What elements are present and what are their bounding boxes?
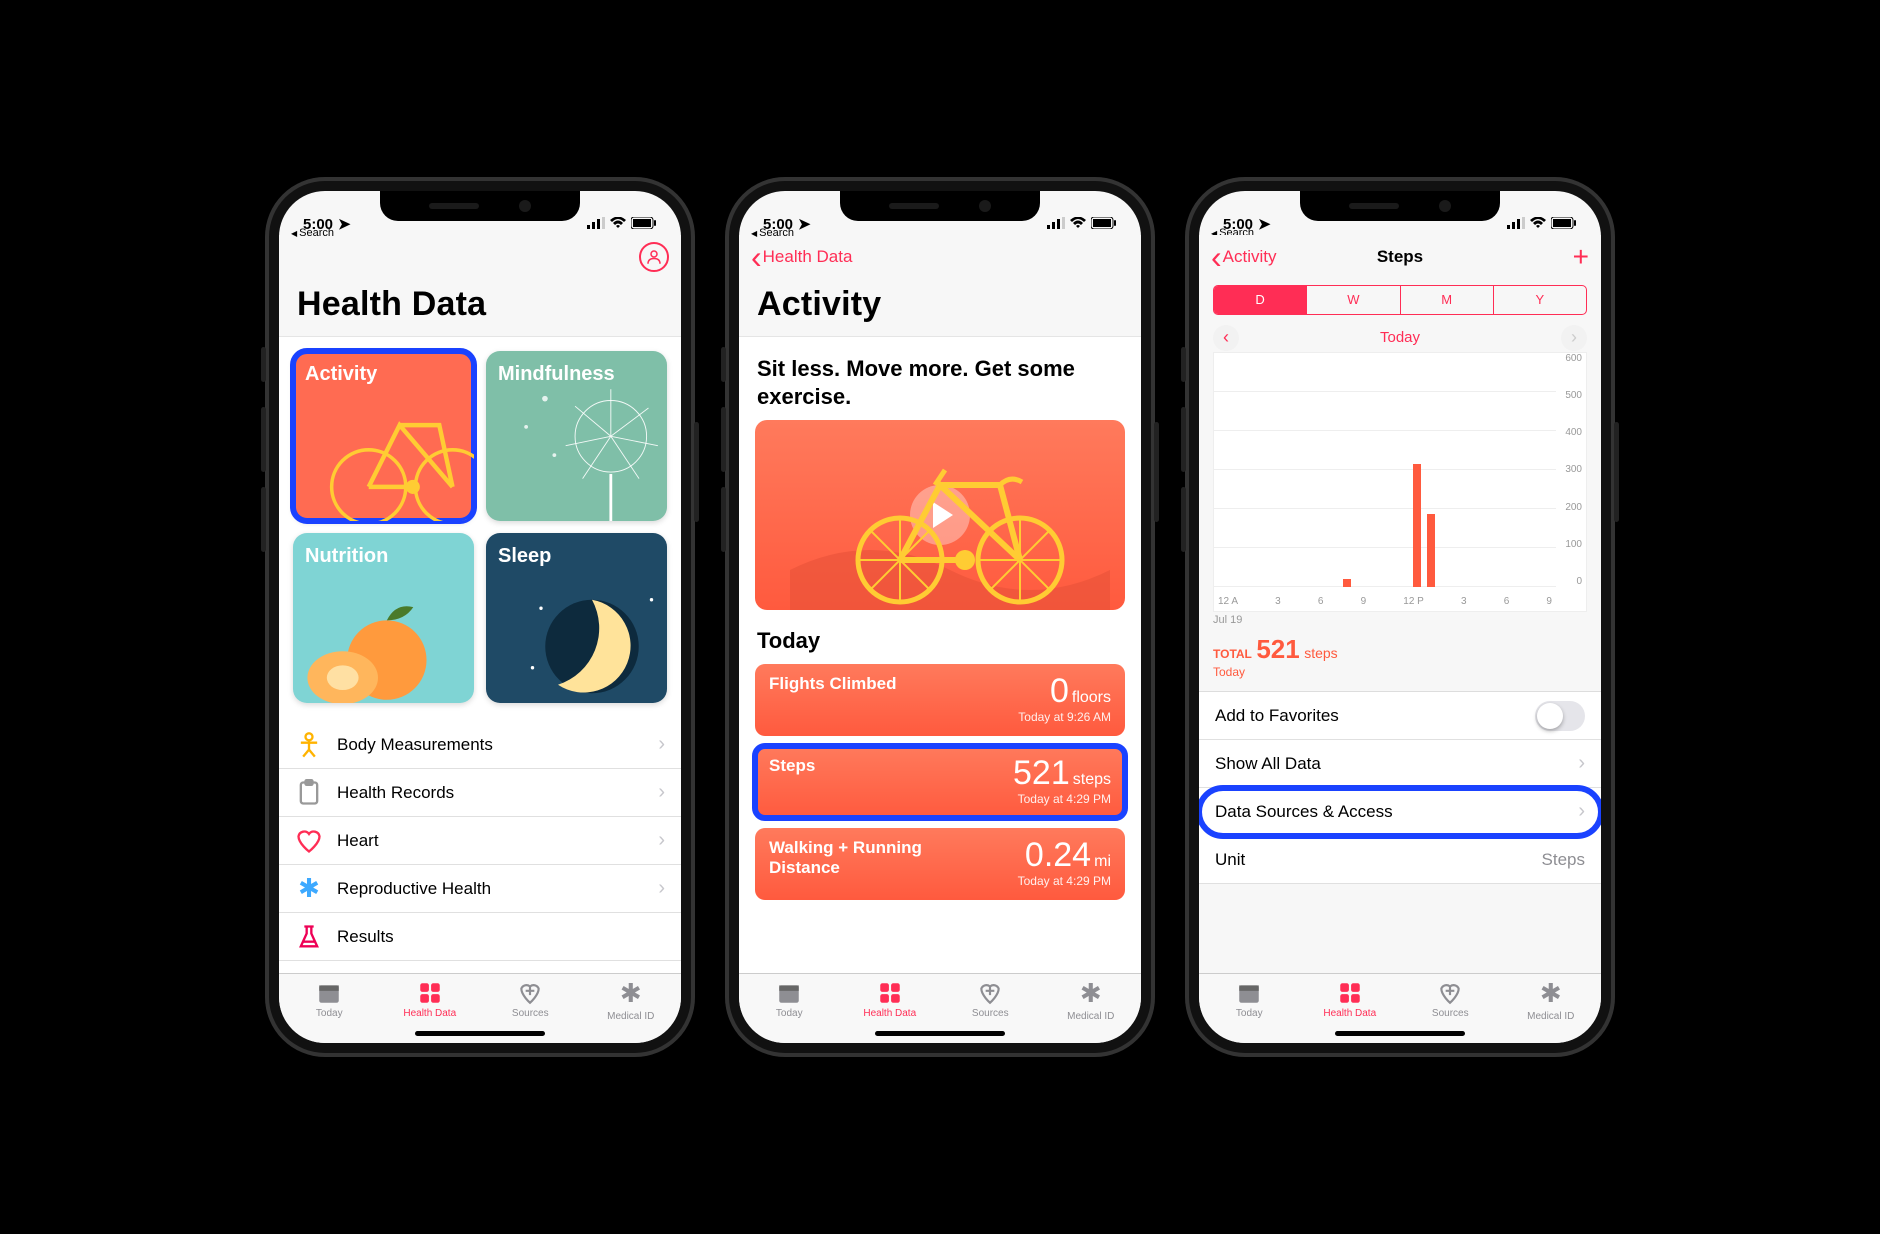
today-section-label: Today (739, 624, 1141, 664)
tab-health-data[interactable]: Health Data (840, 974, 941, 1025)
nav-bar: Activity Steps + (1199, 235, 1601, 279)
row-health-records[interactable]: Health Records › (279, 769, 681, 817)
nav-bar (279, 235, 681, 279)
wifi-icon (610, 216, 626, 233)
location-icon: ➤ (338, 215, 351, 233)
row-data-sources-access[interactable]: Data Sources & Access › (1199, 788, 1601, 836)
page-title: Activity (739, 279, 1141, 336)
activity-subhead: Sit less. Move more. Get some exercise. (739, 337, 1141, 420)
tab-medical-id[interactable]: ✱Medical ID (1501, 974, 1602, 1025)
location-icon: ➤ (798, 215, 811, 233)
tab-today[interactable]: Today (279, 974, 380, 1025)
row-unit[interactable]: Unit Steps (1199, 836, 1601, 884)
category-nutrition[interactable]: Nutrition (293, 533, 474, 703)
metric-flights-climbed[interactable]: Flights Climbed 0floors Today at 9:26 AM (755, 664, 1125, 736)
seg-week[interactable]: W (1307, 286, 1400, 314)
battery-icon (1551, 216, 1577, 233)
next-day-button[interactable]: › (1561, 325, 1587, 351)
favorites-switch[interactable] (1535, 701, 1585, 731)
home-indicator[interactable] (1335, 1031, 1465, 1036)
phone-3: 5:00➤ Search Activity Steps + D W M Y ‹ … (1185, 177, 1615, 1057)
date-navigator: ‹ Today › (1199, 325, 1601, 352)
signal-icon (1507, 216, 1525, 233)
date-label: Today (1380, 329, 1420, 346)
metric-walking-running[interactable]: Walking + Running Distance 0.24mi Today … (755, 828, 1125, 900)
seg-year[interactable]: Y (1494, 286, 1586, 314)
location-icon: ➤ (1258, 215, 1271, 233)
row-label: Show All Data (1215, 754, 1321, 774)
phone-2: 5:00➤ Search Health Data Activity Sit le… (725, 177, 1155, 1057)
asterisk-icon: ✱ (1540, 978, 1562, 1009)
row-label: Data Sources & Access (1215, 802, 1393, 822)
signal-icon (1047, 216, 1065, 233)
tab-today[interactable]: Today (739, 974, 840, 1025)
chevron-icon: › (658, 781, 665, 804)
tab-medical-id[interactable]: ✱Medical ID (581, 974, 682, 1025)
tab-today[interactable]: Today (1199, 974, 1300, 1025)
asterisk-icon: ✱ (295, 875, 323, 903)
row-results[interactable]: Results (279, 913, 681, 961)
category-mindfulness[interactable]: Mindfulness (486, 351, 667, 521)
row-value: Steps (1542, 850, 1585, 870)
row-label: Heart (337, 831, 379, 851)
row-reproductive-health[interactable]: ✱ Reproductive Health › (279, 865, 681, 913)
row-label: Results (337, 927, 394, 947)
tab-medical-id[interactable]: ✱Medical ID (1041, 974, 1142, 1025)
back-to-search[interactable]: Search (751, 227, 794, 239)
tab-sources[interactable]: Sources (1400, 974, 1501, 1025)
add-button[interactable]: + (1573, 247, 1589, 267)
back-button[interactable]: Health Data (751, 247, 852, 267)
chevron-icon: › (658, 733, 665, 756)
tab-health-data[interactable]: Health Data (1300, 974, 1401, 1025)
battery-icon (1091, 216, 1117, 233)
chart-date-label: Jul 19 (1213, 614, 1587, 626)
back-button[interactable]: Activity (1211, 247, 1277, 267)
person-icon (295, 731, 323, 759)
chevron-icon: › (658, 829, 665, 852)
battery-icon (631, 216, 657, 233)
nav-bar: Health Data (739, 235, 1141, 279)
tab-sources[interactable]: Sources (940, 974, 1041, 1025)
home-indicator[interactable] (415, 1031, 545, 1036)
row-label: Add to Favorites (1215, 706, 1339, 726)
activity-video-card[interactable] (755, 420, 1125, 610)
row-heart[interactable]: Heart › (279, 817, 681, 865)
flask-icon (295, 923, 323, 951)
heart-icon (295, 827, 323, 855)
seg-month[interactable]: M (1401, 286, 1494, 314)
phone-1: 5:00➤ Search Health Data Activity (265, 177, 695, 1057)
row-label: Body Measurements (337, 735, 493, 755)
chevron-icon: › (1578, 752, 1585, 775)
steps-chart[interactable]: 6005004003002001000 12 A36912 P369 (1213, 352, 1587, 612)
chevron-icon: › (1578, 800, 1585, 823)
row-label: Reproductive Health (337, 879, 491, 899)
tab-health-data[interactable]: Health Data (380, 974, 481, 1025)
profile-button[interactable] (639, 242, 669, 272)
asterisk-icon: ✱ (620, 978, 642, 1009)
clipboard-icon (295, 779, 323, 807)
prev-day-button[interactable]: ‹ (1213, 325, 1239, 351)
signal-icon (587, 216, 605, 233)
metric-steps[interactable]: Steps 521steps Today at 4:29 PM (755, 746, 1125, 818)
seg-day[interactable]: D (1214, 286, 1307, 314)
row-show-all-data[interactable]: Show All Data › (1199, 740, 1601, 788)
time-range-segment[interactable]: D W M Y (1213, 285, 1587, 315)
page-title: Health Data (279, 279, 681, 336)
chevron-icon: › (658, 877, 665, 900)
wifi-icon (1530, 216, 1546, 233)
total-readout: TOTAL 521 steps Today (1213, 634, 1587, 679)
row-label: Unit (1215, 850, 1245, 870)
back-to-search[interactable]: Search (291, 227, 334, 239)
category-sleep[interactable]: Sleep (486, 533, 667, 703)
row-add-to-favorites[interactable]: Add to Favorites (1199, 692, 1601, 740)
asterisk-icon: ✱ (1080, 978, 1102, 1009)
row-label: Health Records (337, 783, 454, 803)
category-activity[interactable]: Activity (293, 351, 474, 521)
tab-sources[interactable]: Sources (480, 974, 581, 1025)
wifi-icon (1070, 216, 1086, 233)
row-body-measurements[interactable]: Body Measurements › (279, 721, 681, 769)
home-indicator[interactable] (875, 1031, 1005, 1036)
